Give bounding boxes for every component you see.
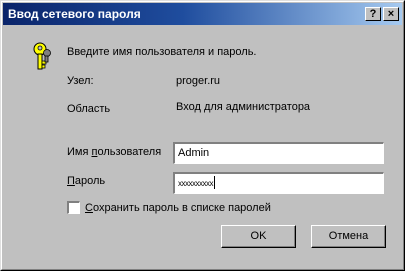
title-bar[interactable]: Ввод сетевого пароля ? × <box>3 3 402 25</box>
username-label: Имя пользователя <box>67 146 162 158</box>
password-field[interactable]: xxxxxxxxxx <box>173 172 384 194</box>
text-caret <box>214 176 215 189</box>
cancel-button[interactable]: Отмена <box>311 225 386 248</box>
host-label: Узел: <box>67 75 94 87</box>
remember-password-label[interactable]: Сохранить пароль в списке паролей <box>85 202 271 214</box>
password-value: xxxxxxxxxx <box>178 179 214 188</box>
close-button[interactable]: × <box>383 7 399 21</box>
password-access-key: П <box>67 175 75 187</box>
realm-label: Область <box>67 103 111 115</box>
keys-icon <box>33 42 51 70</box>
network-password-dialog: Ввод сетевого пароля ? × Введите имя пол… <box>0 0 405 271</box>
username-value: Admin <box>178 147 210 159</box>
window-title: Ввод сетевого пароля <box>8 7 141 21</box>
ok-button[interactable]: OK <box>221 225 296 248</box>
realm-value: Вход для администратора <box>176 101 311 113</box>
help-button[interactable]: ? <box>365 7 381 21</box>
username-field[interactable]: Admin <box>173 142 384 164</box>
host-value: proger.ru <box>176 75 221 87</box>
prompt-text: Введите имя пользователя и пароль. <box>67 46 257 58</box>
remember-password-checkbox[interactable] <box>67 201 80 214</box>
remember-access-key: С <box>85 202 93 214</box>
password-label: Пароль <box>67 175 106 187</box>
